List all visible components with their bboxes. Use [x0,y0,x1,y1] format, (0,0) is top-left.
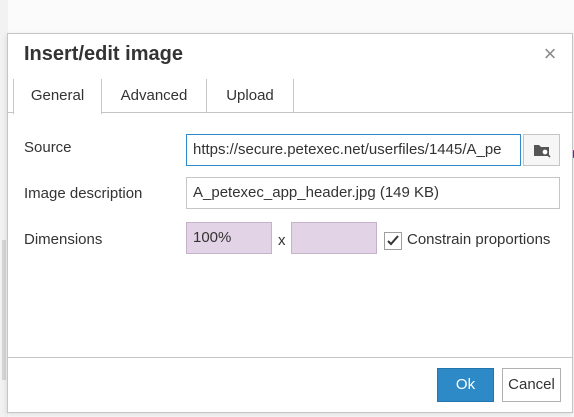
close-icon[interactable]: × [538,42,562,66]
tab-bar: General Advanced Upload [8,79,572,114]
tab-advanced[interactable]: Advanced [102,79,207,113]
tab-upload[interactable]: Upload [207,79,294,113]
tab-general[interactable]: General [13,79,102,114]
checkmark-icon [387,235,399,246]
backdrop-strip [2,240,6,380]
dialog-title: Insert/edit image [24,43,183,65]
image-description-label: Image description [24,185,143,202]
insert-image-dialog: Insert/edit image × General Advanced Upl… [7,33,573,413]
source-label: Source [24,139,72,156]
image-description-input[interactable]: A_petexec_app_header.jpg (149 KB) [186,177,560,209]
folder-search-icon [534,145,551,158]
height-input[interactable] [291,222,377,254]
cancel-button[interactable]: Cancel [502,368,561,402]
dimension-separator: x [278,232,286,249]
constrain-proportions-label: Constrain proportions [407,231,551,248]
ok-button[interactable]: Ok [437,368,494,402]
dimensions-label: Dimensions [24,231,103,248]
browse-button[interactable] [523,134,560,166]
constrain-proportions-checkbox[interactable] [384,232,402,250]
source-input[interactable]: https://secure.petexec.net/userfiles/144… [186,134,521,166]
width-input[interactable]: 100% [186,222,272,254]
